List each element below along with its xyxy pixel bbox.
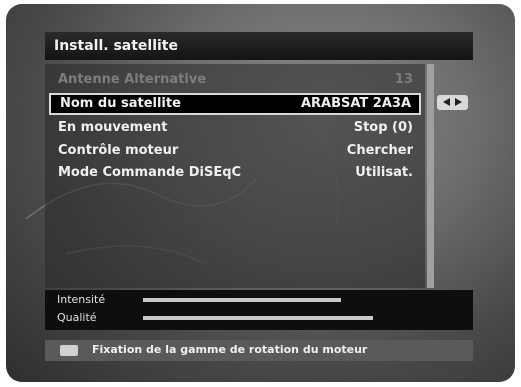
menu-row-value: 13 (394, 72, 413, 87)
quality-bar-fill (143, 316, 373, 320)
remote-key-icon (60, 345, 78, 356)
menu-row-controle-moteur[interactable]: Contrôle moteur Chercher (49, 140, 421, 162)
arrow-right-icon (455, 98, 462, 106)
intensity-bar (143, 298, 458, 302)
menu-row-antenne-alternative[interactable]: Antenne Alternative 13 (49, 69, 421, 91)
arrow-left-icon (443, 98, 450, 106)
signal-panel (45, 290, 473, 330)
menu-row-label: Nom du satellite (60, 96, 181, 111)
menu-scrollbar[interactable] (427, 64, 434, 288)
left-right-arrows-icon[interactable] (437, 95, 468, 110)
help-text: Fixation de la gamme de rotation du mote… (92, 343, 368, 356)
menu-row-en-mouvement[interactable]: En mouvement Stop (0) (49, 117, 421, 139)
menu-row-value: Utilisat. (355, 165, 413, 180)
intensity-label: Intensité (57, 293, 106, 306)
page-title: Install. satellite (45, 32, 473, 60)
menu-row-label: Mode Commande DiSEqC (58, 165, 242, 180)
menu-row-label: Contrôle moteur (58, 143, 179, 158)
quality-bar (143, 316, 458, 320)
menu-row-value: Chercher (346, 143, 413, 158)
menu-row-value: ARABSAT 2A3A (300, 96, 411, 111)
menu-row-label: Antenne Alternative (58, 72, 207, 87)
menu-row-label: En mouvement (58, 120, 168, 135)
quality-label: Qualité (57, 311, 97, 324)
intensity-bar-fill (143, 298, 342, 302)
menu-row-mode-commande-diseqc[interactable]: Mode Commande DiSEqC Utilisat. (49, 162, 421, 184)
menu-row-value: Stop (0) (353, 120, 413, 135)
menu-row-nom-du-satellite[interactable]: Nom du satellite ARABSAT 2A3A (49, 93, 421, 115)
